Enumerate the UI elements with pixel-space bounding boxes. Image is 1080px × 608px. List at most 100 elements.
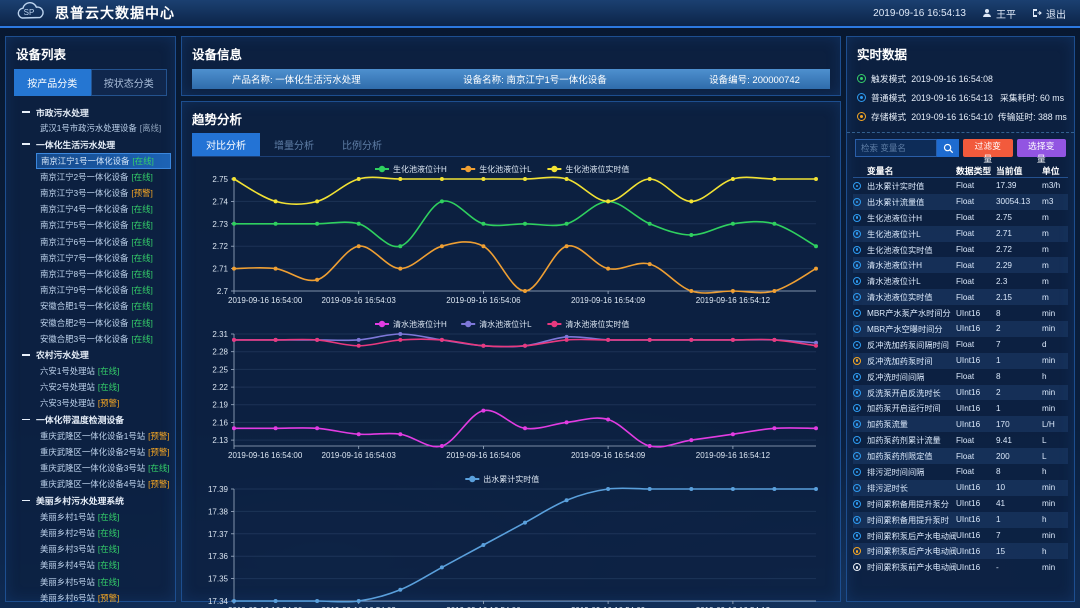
trend-chart-1[interactable]: 2.72.712.722.732.742.752019-09-16 16:54:… (190, 159, 830, 309)
device-status: [在线] (98, 527, 119, 539)
variable-type: UInt16 (956, 356, 996, 365)
device-item[interactable]: 武汉1号市政污水处理设备[离线] (36, 120, 171, 136)
svg-text:清水池液位计H: 清水池液位计H (393, 319, 447, 329)
variable-row[interactable]: 清水池液位实时值Float2.15m (853, 289, 1068, 305)
variable-row[interactable]: 生化池液位计LFloat2.71m (853, 226, 1068, 242)
device-item[interactable]: 安徽合肥2号一体化设备[在线] (36, 314, 171, 330)
device-item[interactable]: 六安3号处理站[预警] (36, 395, 171, 411)
device-item[interactable]: 六安1号处理站[在线] (36, 363, 171, 379)
variable-value: 17.39 (996, 181, 1042, 190)
filter-variables-button[interactable]: 过滤变量 (963, 139, 1013, 157)
device-item[interactable]: 南京江宁3号一体化设备[预警] (36, 185, 171, 201)
sidebar-tab-by-product[interactable]: 按产品分类 (14, 69, 91, 96)
device-group-header[interactable]: 一体化生活污水处理 (10, 136, 171, 152)
variable-row[interactable]: MBR产水泵产水时间分UInt168min (853, 305, 1068, 321)
mode-status-icon (857, 93, 866, 102)
variable-unit: m (1042, 293, 1068, 302)
svg-text:2.25: 2.25 (212, 365, 228, 374)
variable-row[interactable]: 反冲洗加药泵时间UInt161min (853, 353, 1068, 369)
device-item[interactable]: 美丽乡村5号站[在线] (36, 573, 171, 589)
device-item[interactable]: 美丽乡村1号站[在线] (36, 509, 171, 525)
variable-row[interactable]: 排污泥时间间隔Float8h (853, 464, 1068, 480)
device-name: 南京江宁2号一体化设备 (40, 171, 128, 183)
device-item[interactable]: 重庆武隆区一体化设备2号站[预警] (36, 444, 171, 460)
username: 王平 (996, 6, 1016, 21)
device-item[interactable]: 安徽合肥1号一体化设备[在线] (36, 298, 171, 314)
device-status: [在线] (98, 381, 119, 393)
select-variables-button[interactable]: 选择变量 (1017, 139, 1067, 157)
logout-button[interactable]: 退出 (1032, 6, 1066, 21)
device-status: [预警] (131, 187, 152, 199)
variable-row[interactable]: 加药泵药剂限定值Float200L (853, 448, 1068, 464)
device-item[interactable]: 南京江宁1号一体化设备[在线] (36, 153, 171, 169)
variable-value: 2 (996, 388, 1042, 397)
device-group-header[interactable]: 美丽乡村污水处理系统 (10, 493, 171, 509)
trend-tab-0[interactable]: 对比分析 (192, 133, 260, 156)
svg-text:2.22: 2.22 (212, 383, 228, 392)
variable-row[interactable]: 生化池液位实时值Float2.72m (853, 242, 1068, 258)
device-item[interactable]: 重庆武隆区一体化设备4号站[预警] (36, 476, 171, 492)
trend-chart-3[interactable]: 17.3417.3517.3617.3717.3817.392019-09-16… (190, 469, 830, 608)
variable-row[interactable]: 时间累积备用提升泵分UInt1641min (853, 496, 1068, 512)
variable-name: 出水累计流量值 (867, 196, 956, 208)
device-item[interactable]: 六安2号处理站[在线] (36, 379, 171, 395)
variable-row[interactable]: 加药泵开启运行时间UInt161min (853, 400, 1068, 416)
user-menu[interactable]: 王平 (982, 6, 1016, 21)
trend-chart-2[interactable]: 2.132.162.192.222.252.282.312019-09-16 1… (190, 314, 830, 464)
variable-name: 时间累积泵后产水电动阀分 (867, 530, 956, 542)
device-item[interactable]: 南京江宁4号一体化设备[在线] (36, 201, 171, 217)
device-item[interactable]: 重庆武隆区一体化设备1号站[预警] (36, 428, 171, 444)
device-item[interactable]: 南京江宁6号一体化设备[在线] (36, 234, 171, 250)
device-name: 南京江宁1号一体化设备 (41, 155, 129, 167)
device-group-header[interactable]: 市政污水处理 (10, 104, 171, 120)
sidebar-tab-by-status[interactable]: 按状态分类 (91, 69, 168, 96)
variable-row[interactable]: 反洗泵开启反洗时长UInt162min (853, 385, 1068, 401)
variable-row[interactable]: 时间累积泵后产水电动阀时UInt1615h (853, 543, 1068, 559)
search-input[interactable] (855, 139, 937, 157)
variable-row[interactable]: 生化池液位计HFloat2.75m (853, 210, 1068, 226)
search-button[interactable] (937, 139, 959, 157)
variable-row[interactable]: 反冲洗时间间隔Float8h (853, 369, 1068, 385)
target-dot-icon (853, 484, 861, 492)
column-header-1: 数据类型 (956, 164, 996, 177)
device-item[interactable]: 重庆武隆区一体化设备3号站[在线] (36, 460, 171, 476)
variable-row[interactable]: 出水累计实时值Float17.39m3/h (853, 178, 1068, 194)
variable-row[interactable]: 反冲洗加药泵间隔时间Float7d (853, 337, 1068, 353)
variable-row[interactable]: 排污泥时长UInt1610min (853, 480, 1068, 496)
variable-type: Float (956, 340, 996, 349)
device-group-header[interactable]: 农村污水处理 (10, 347, 171, 363)
svg-text:2019-09-16 16:54:03: 2019-09-16 16:54:03 (322, 296, 397, 305)
variable-unit: h (1042, 372, 1068, 381)
variable-row[interactable]: 时间累积备用提升泵时UInt161h (853, 512, 1068, 528)
variable-row[interactable]: 加药泵流量UInt16170L/H (853, 416, 1068, 432)
device-item[interactable]: 安徽合肥3号一体化设备[在线] (36, 331, 171, 347)
device-name: 美丽乡村2号站 (40, 527, 95, 539)
device-item[interactable]: 南京江宁9号一体化设备[在线] (36, 282, 171, 298)
variable-row[interactable]: 时间累积泵前产水电动阀分UInt16-min (853, 559, 1068, 575)
variable-value: 2.72 (996, 245, 1042, 254)
variable-table-header: 变量名数据类型当前值单位 (853, 163, 1068, 178)
variable-row[interactable]: 加药泵药剂累计流量Float9.41L (853, 432, 1068, 448)
device-item[interactable]: 美丽乡村6号站[预警] (36, 590, 171, 606)
trend-tab-1[interactable]: 增量分析 (260, 133, 328, 156)
variable-row[interactable]: 清水池液位计HFloat2.29m (853, 257, 1068, 273)
variable-status-icon (853, 452, 867, 460)
device-item[interactable]: 南京江宁8号一体化设备[在线] (36, 266, 171, 282)
device-item[interactable]: 南京江宁5号一体化设备[在线] (36, 217, 171, 233)
mode-row-1: 普通模式2019-09-16 16:54:13采集耗时: 60 ms (857, 88, 1064, 107)
variable-unit: min (1042, 388, 1068, 397)
device-item[interactable]: 南京江宁2号一体化设备[在线] (36, 169, 171, 185)
target-dot-icon (853, 452, 861, 460)
device-group-header[interactable]: 一体化带温度检测设备 (10, 412, 171, 428)
device-item[interactable]: 南京江宁7号一体化设备[在线] (36, 250, 171, 266)
variable-row[interactable]: MBR产水空曝时间分UInt162min (853, 321, 1068, 337)
device-item[interactable]: 美丽乡村4号站[在线] (36, 557, 171, 573)
variable-row[interactable]: 出水累计流量值Float30054.13m3 (853, 194, 1068, 210)
device-status: [在线] (131, 252, 152, 264)
svg-text:2019-09-16 16:54:03: 2019-09-16 16:54:03 (322, 451, 397, 460)
variable-row[interactable]: 时间累积泵后产水电动阀分UInt167min (853, 528, 1068, 544)
device-item[interactable]: 美丽乡村3号站[在线] (36, 541, 171, 557)
variable-row[interactable]: 清水池液位计LFloat2.3m (853, 273, 1068, 289)
trend-tab-2[interactable]: 比例分析 (328, 133, 396, 156)
device-item[interactable]: 美丽乡村2号站[在线] (36, 525, 171, 541)
